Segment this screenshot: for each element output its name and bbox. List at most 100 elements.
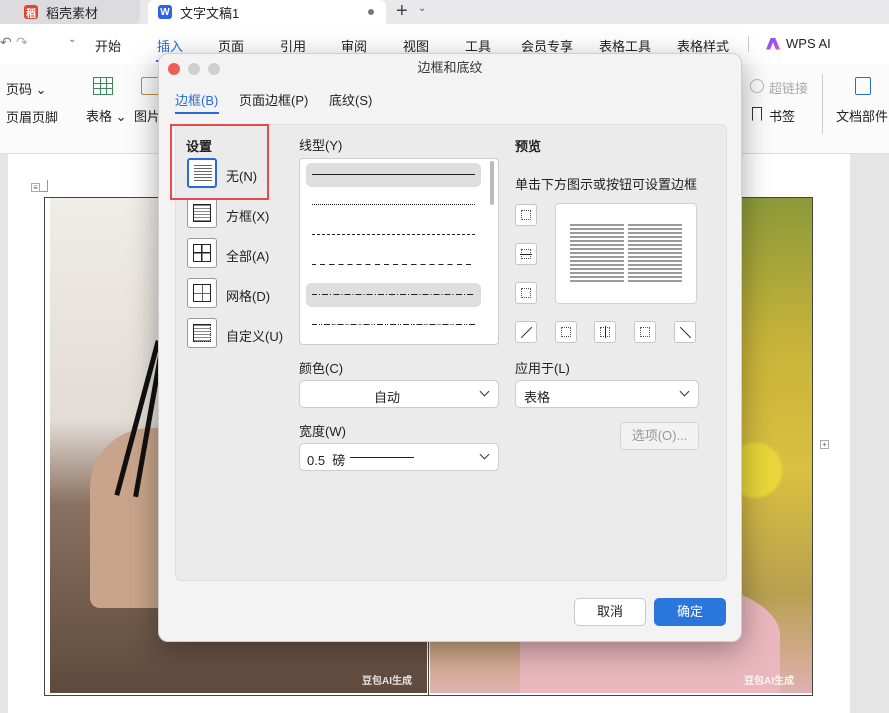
table-button[interactable]: 表格 ⌄ [86,106,127,125]
picture-button[interactable]: 图片 [134,106,160,125]
line-style-solid[interactable] [306,163,481,187]
diagonal-down-border-button[interactable] [674,321,696,343]
setting-grid-icon[interactable] [187,278,217,308]
highlight-annotation-box [170,124,269,200]
line-style-dashed-fine[interactable] [306,223,481,247]
quick-access-chevron-icon[interactable]: ⌄ [68,34,76,45]
tab-document[interactable]: W 文字文稿1 [148,0,386,24]
tab-document-label: 文字文稿1 [180,5,240,21]
link-icon [747,76,767,96]
width-select[interactable]: 0.5 磅 [299,443,499,471]
line-style-dotted[interactable] [306,193,481,217]
line-style-label: 线型(Y) [299,138,343,153]
left-border-icon [561,327,571,337]
toolbar-divider [822,74,823,134]
undo-icon[interactable]: ↶ [0,34,12,51]
preview-hint: 单击下方图示或按钮可设置边框 [515,177,698,192]
top-border-button[interactable] [515,204,537,226]
page-number-label: 页码 [6,82,33,97]
doc-parts-icon [855,77,871,95]
diagonal-up-icon [520,326,533,339]
docer-icon: 稻 [24,5,38,20]
preview-text-right [628,224,682,282]
preview-text-left [570,224,624,282]
diagonal-up-border-button[interactable] [515,321,537,343]
apply-to-select[interactable]: 表格 [515,380,699,408]
v-line [605,326,606,338]
box-border-icon [193,204,211,222]
hyperlink-button[interactable]: 超链接 [769,78,808,97]
new-tab-plus-icon[interactable]: + [396,0,408,22]
page-number-button[interactable]: 页码 ⌄ [6,79,47,98]
bookmark-button[interactable]: 书签 [769,106,795,125]
chevron-down-icon [479,386,490,397]
color-label: 颜色(C) [299,361,344,376]
width-label: 宽度(W) [299,424,346,439]
custom-border-icon [193,324,211,342]
setting-all-label[interactable]: 全部(A) [226,246,269,265]
line-style-dashed[interactable] [306,253,481,277]
bottom-border-icon [521,288,531,298]
inside-vertical-border-button[interactable] [594,321,616,343]
width-value: 0.5 磅 [307,453,346,468]
dialog-title: 边框和底纹 [417,60,483,75]
tab-shading[interactable]: 底纹(S) [329,90,372,109]
chevron-down-icon [479,449,490,460]
ok-button[interactable]: 确定 [654,598,726,626]
all-borders-icon [193,244,211,262]
right-border-icon [640,327,650,337]
bottom-border-button[interactable] [515,282,537,304]
header-footer-button[interactable]: 页眉页脚 [6,107,58,126]
unsaved-dot-icon[interactable] [368,9,374,15]
width-sample-line [350,457,414,458]
border-preview[interactable] [555,203,697,304]
preview-heading: 预览 [515,139,542,154]
writer-icon: W [158,5,172,19]
tab-page-border[interactable]: 页面边框(P) [239,90,308,109]
dash-dot-dot-line [312,324,475,325]
table-icon[interactable] [93,77,113,95]
wps-ai-button[interactable]: WPS AI [766,36,831,51]
tab-active-underline [175,112,219,114]
cancel-button[interactable]: 取消 [574,598,646,626]
color-value: 自动 [374,390,401,405]
left-border-button[interactable] [555,321,577,343]
table-move-handle-icon[interactable]: ≡ [31,183,40,192]
tab-bar: 稻 稻壳素材 W 文字文稿1 + ⌄ [0,0,889,24]
tab-docer-label: 稻壳素材 [46,5,99,21]
line-style-scrollbar[interactable] [490,161,494,205]
tab-docer[interactable]: 稻 稻壳素材 [0,0,140,24]
h-line [520,254,532,255]
redo-icon[interactable]: ↷ [16,34,28,51]
top-border-icon [521,210,531,220]
apply-to-label: 应用于(L) [515,361,570,376]
add-column-icon[interactable]: + [820,440,829,449]
setting-custom-label[interactable]: 自定义(U) [226,326,283,345]
dotted-line [312,204,475,205]
wps-ai-label: WPS AI [786,36,831,51]
menu-home[interactable]: 开始 [95,36,121,55]
inside-horizontal-border-button[interactable] [515,243,537,265]
line-style-dash-dot[interactable] [306,283,481,307]
menu-divider [748,36,749,52]
setting-all-icon[interactable] [187,238,217,268]
options-button[interactable]: 选项(O)... [620,422,699,450]
setting-custom-icon[interactable] [187,318,217,348]
dashed-fine-line [312,234,475,235]
color-select[interactable]: 自动 [299,380,499,408]
right-border-button[interactable] [634,321,656,343]
chevron-down-icon [679,386,690,397]
wps-ai-logo-icon [766,37,780,50]
setting-box-label[interactable]: 方框(X) [226,206,269,225]
tab-borders[interactable]: 边框(B) [175,90,218,109]
line-style-list[interactable] [299,158,499,345]
doc-parts-button[interactable]: 文档部件 [836,106,888,125]
setting-grid-label[interactable]: 网格(D) [226,286,270,305]
diagonal-down-icon [679,326,692,339]
line-style-dash-dot-dot[interactable] [306,313,481,337]
table-label: 表格 [86,109,113,124]
dash-dot-line [312,294,475,295]
chevron-down-icon[interactable]: ⌄ [418,3,426,14]
grid-borders-icon [193,284,211,302]
setting-box-icon[interactable] [187,198,217,228]
